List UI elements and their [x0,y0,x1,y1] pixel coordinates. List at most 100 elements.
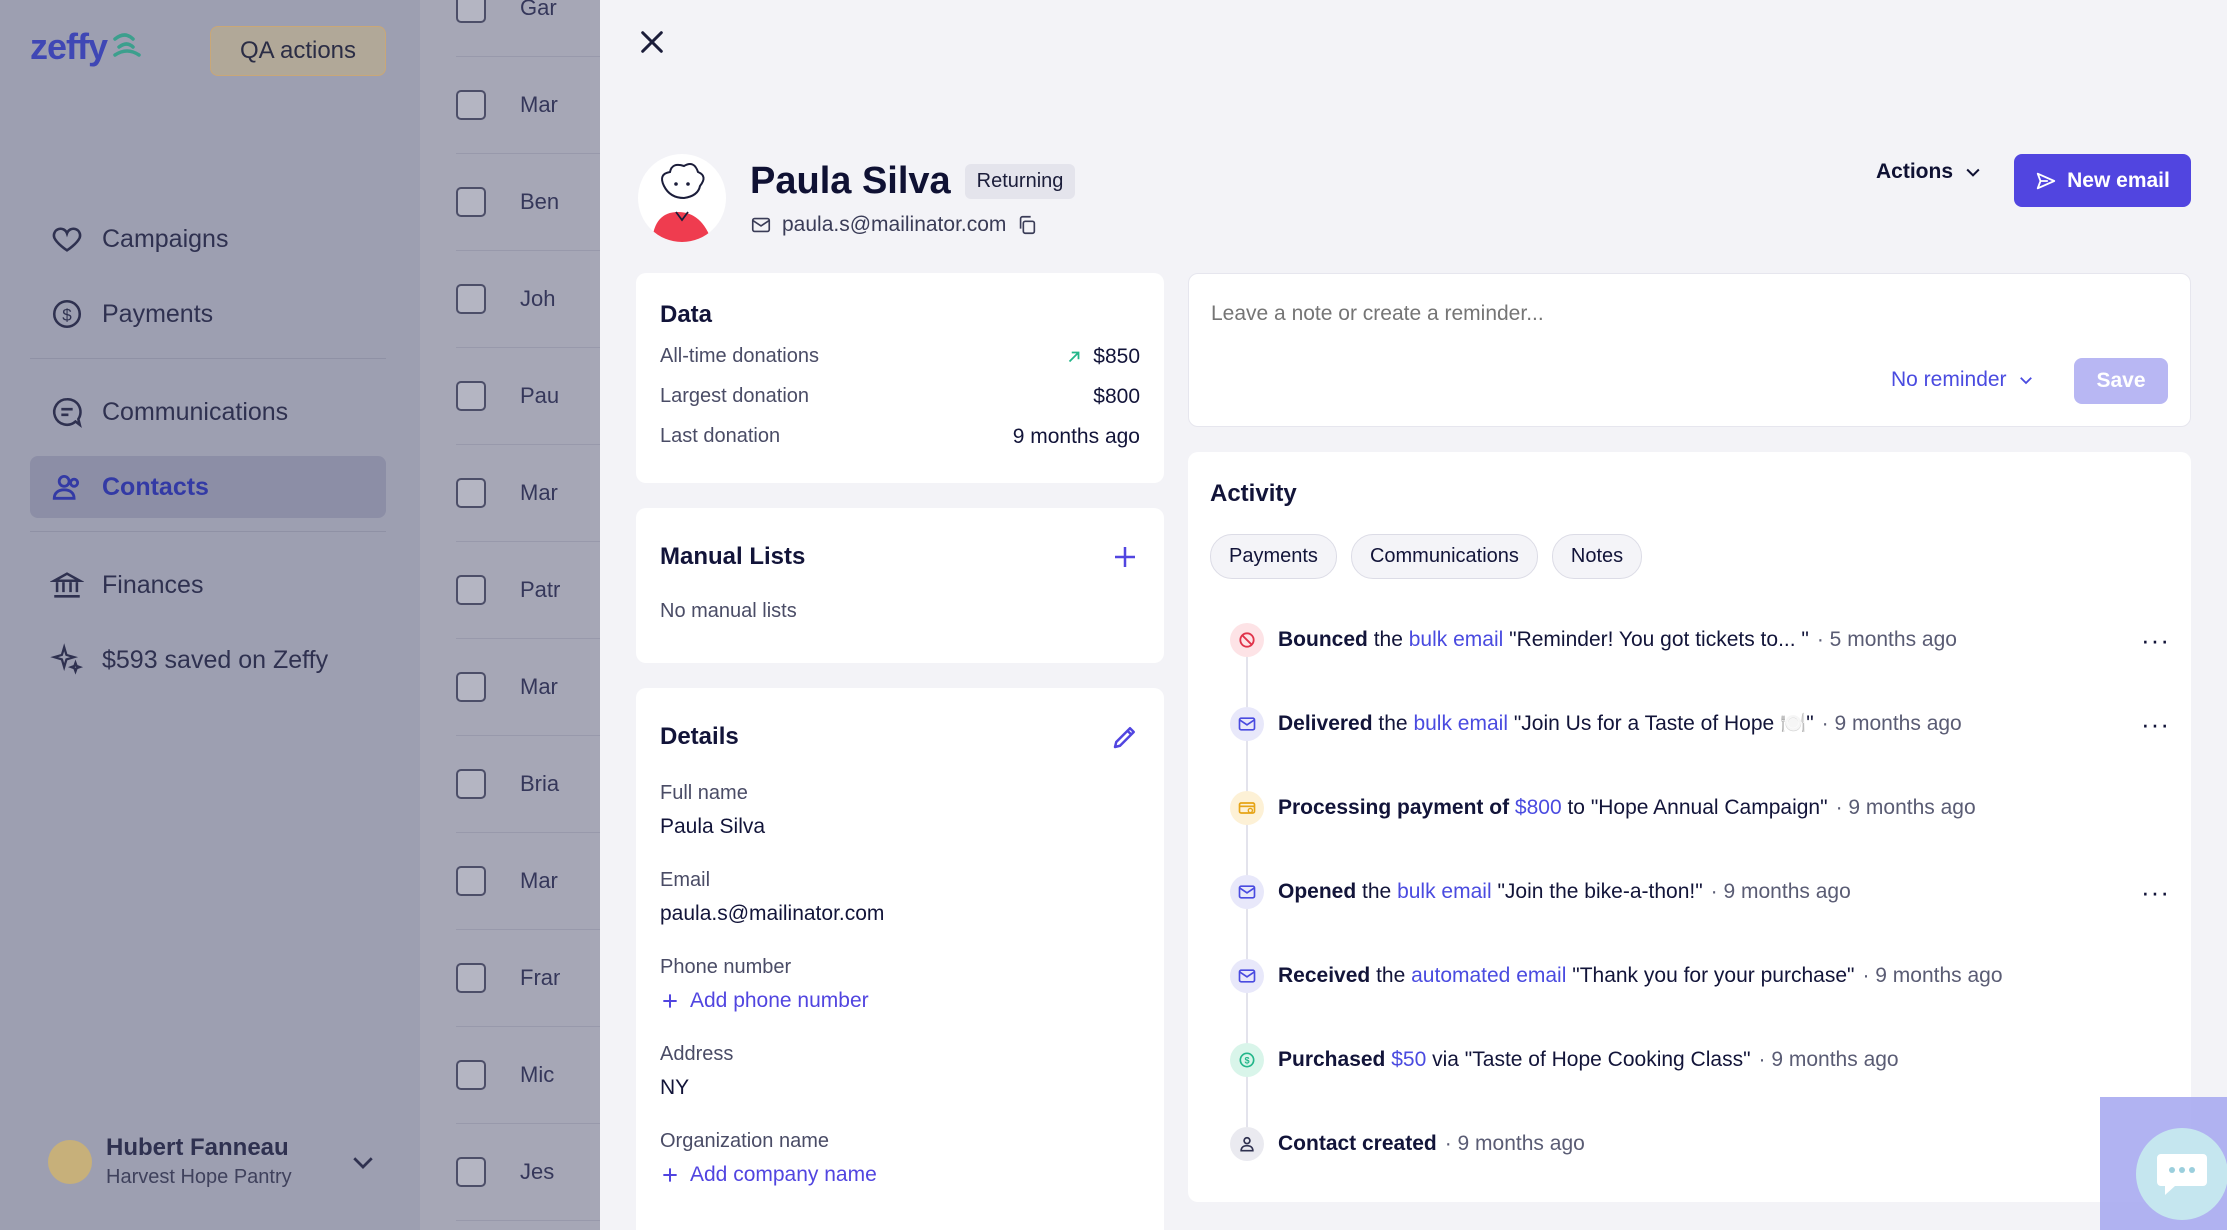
user-menu[interactable]: Hubert Fanneau Harvest Hope Pantry [48,1134,378,1189]
full-name-label: Full name [660,782,748,804]
mail-icon [1230,707,1264,741]
list-row[interactable]: Mar [456,445,600,542]
list-row[interactable]: Fran [456,930,600,1027]
contact-name: Paula Silva [750,159,951,202]
row-name: Joh [520,286,556,311]
list-row[interactable]: Gar [456,0,600,57]
nav-divider [30,531,386,532]
tab-communications[interactable]: Communications [1350,534,1538,579]
activity-item: Delivered the bulk email "Join Us for a … [1230,704,2170,744]
email-label: Email [660,869,711,891]
add-list-plus-icon[interactable] [1110,542,1140,572]
chat-bubble-icon [2157,1154,2207,1195]
list-row[interactable]: Mar [456,833,600,930]
row-checkbox[interactable] [456,90,486,120]
more-options-icon[interactable]: ··· [2141,879,2170,905]
row-checkbox[interactable] [456,866,486,896]
nav-item-finances[interactable]: Finances [30,554,386,616]
note-card: No reminder Save [1188,273,2191,427]
row-checkbox[interactable] [456,187,486,217]
qa-actions-button[interactable]: QA actions [210,26,386,76]
sparkle-icon [50,643,84,675]
list-row[interactable]: Mar [456,57,600,154]
nav-item-contacts[interactable]: Contacts [30,456,386,518]
row-checkbox[interactable] [456,769,486,799]
contact-drawer: Paula Silva Returning paula.s@mailinator… [600,0,2227,1230]
copy-icon[interactable] [1016,214,1038,236]
activity-time: · 9 months ago [1710,880,1851,903]
row-checkbox[interactable] [456,0,486,23]
contact-header: Paula Silva Returning paula.s@mailinator… [638,154,1076,242]
activity-item: Processing payment of $800 to "Hope Annu… [1230,788,2170,828]
activity-subject: to "Hope Annual Campaign" [1567,796,1828,819]
nav-item-payments[interactable]: $ Payments [30,283,386,345]
data-value: $800 [1093,385,1140,408]
list-row[interactable]: Jes [456,1124,600,1221]
activity-link[interactable]: automated email [1411,964,1566,987]
bank-icon [50,572,84,598]
activity-verb: Contact created [1278,1132,1437,1155]
contacts-icon [52,474,80,500]
activity-link[interactable]: $800 [1515,796,1562,819]
save-note-button[interactable]: Save [2074,358,2168,404]
row-checkbox[interactable] [456,1060,486,1090]
card-icon [1230,791,1264,825]
activity-verb: Delivered [1278,712,1373,735]
activity-time: · 9 months ago [1821,712,1962,735]
row-checkbox[interactable] [456,478,486,508]
nav-item-savings[interactable]: $593 saved on Zeffy [30,629,386,691]
logo-mark-icon [113,33,141,57]
plus-icon [663,1168,677,1182]
new-email-button[interactable]: New email [2014,154,2191,207]
activity-item: $ Purchased $50 via "Taste of Hope Cooki… [1230,1040,2170,1080]
add-phone-link[interactable]: Add phone number [660,989,1140,1013]
activity-link[interactable]: $50 [1391,1048,1426,1071]
add-company-link[interactable]: Add company name [660,1163,1140,1187]
row-checkbox[interactable] [456,963,486,993]
actions-dropdown[interactable]: Actions [1876,160,1983,184]
close-icon[interactable] [636,26,668,58]
list-row[interactable]: Bria [456,736,600,833]
list-row[interactable]: Pau [456,348,600,445]
reminder-dropdown[interactable]: No reminder [1891,368,2035,392]
details-title: Details [660,723,739,750]
contact-email: paula.s@mailinator.com [782,212,1007,236]
activity-subject: via "Taste of Hope Cooking Class" [1432,1048,1751,1071]
list-row[interactable]: Ben [456,154,600,251]
row-checkbox[interactable] [456,381,486,411]
activity-link[interactable]: bulk email [1409,628,1504,651]
zeffy-logo[interactable]: zeffy [30,26,151,68]
list-row[interactable]: Patr [456,542,600,639]
nav-item-campaigns[interactable]: Campaigns [30,208,386,270]
pencil-icon[interactable] [1110,722,1140,752]
row-checkbox[interactable] [456,1157,486,1187]
manual-lists-title: Manual Lists [660,543,806,570]
reminder-label: No reminder [1891,368,2007,391]
activity-link[interactable]: bulk email [1413,712,1508,735]
tab-payments[interactable]: Payments [1210,534,1337,579]
bounce-icon [1230,623,1264,657]
activity-verb: Opened [1278,880,1357,903]
activity-item: Bounced the bulk email "Reminder! You go… [1230,620,2170,660]
list-row[interactable]: Joh [456,251,600,348]
row-checkbox[interactable] [456,672,486,702]
row-name: Jes [520,1159,555,1184]
row-checkbox[interactable] [456,284,486,314]
send-icon [2036,172,2056,189]
activity-subject: "Thank you for your purchase" [1572,964,1855,987]
row-name: Patr [520,577,560,602]
more-options-icon[interactable]: ··· [2141,627,2170,653]
list-row[interactable]: Mic [456,1027,600,1124]
note-input[interactable] [1211,302,2168,326]
manual-lists-card: Manual Lists No manual lists [636,508,1164,663]
nav-item-communications[interactable]: Communications [30,381,386,443]
chevron-down-icon[interactable] [348,1147,378,1177]
more-options-icon[interactable]: ··· [2141,711,2170,737]
sidebar: zeffy QA actions Campaigns $ Payments Co… [0,0,420,1230]
tab-notes[interactable]: Notes [1551,534,1643,579]
row-checkbox[interactable] [456,575,486,605]
chat-widget-button[interactable] [2136,1128,2227,1220]
list-row[interactable]: Mar [456,639,600,736]
row-name: Ben [520,189,560,214]
activity-link[interactable]: bulk email [1397,880,1492,903]
